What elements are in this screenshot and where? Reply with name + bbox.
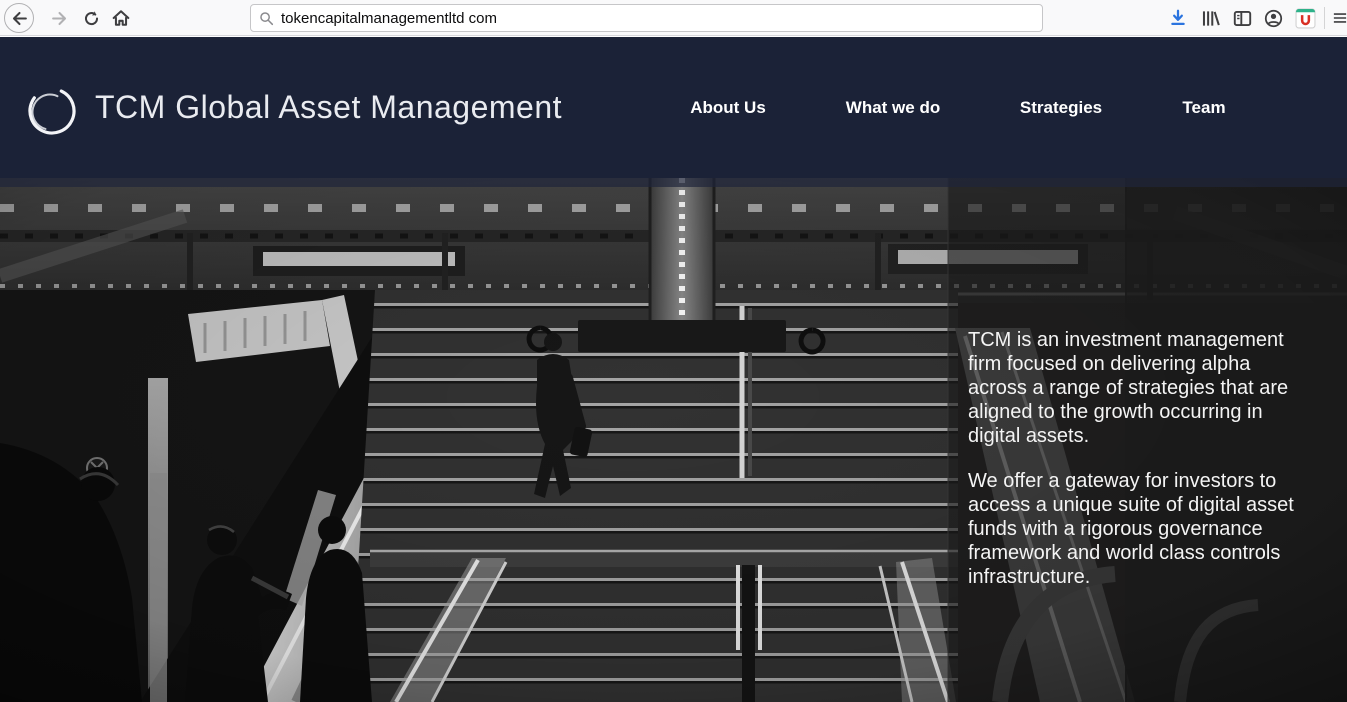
- hero-section: TCM is an investment management firm foc…: [0, 178, 1347, 702]
- downloads-button[interactable]: [1166, 6, 1190, 30]
- nav-link-about-us[interactable]: About Us: [690, 37, 766, 178]
- hero-top-shade: [0, 178, 1347, 187]
- site-header: TCM Global Asset Management About Us Wha…: [0, 37, 1347, 178]
- hero-paragraph-2: We offer a gateway for investors to acce…: [968, 470, 1294, 588]
- url-input[interactable]: [281, 9, 1042, 27]
- nav-link-strategies[interactable]: Strategies: [1020, 37, 1102, 178]
- forward-arrow-icon: [51, 11, 66, 25]
- browser-window: TCM Global Asset Management About Us Wha…: [0, 0, 1347, 702]
- back-button[interactable]: [4, 3, 34, 33]
- address-bar[interactable]: [250, 4, 1043, 32]
- library-icon: [1202, 10, 1220, 26]
- home-icon: [112, 10, 130, 26]
- forward-button[interactable]: [44, 3, 74, 33]
- tcm-logo-icon[interactable]: [24, 82, 80, 138]
- account-icon: [1264, 9, 1282, 27]
- search-icon: [260, 11, 274, 25]
- menu-button[interactable]: [1333, 6, 1347, 30]
- browser-toolbar: [0, 0, 1347, 36]
- sidebar-icon: [1233, 10, 1251, 26]
- nav-link-what-we-do[interactable]: What we do: [846, 37, 940, 178]
- account-button[interactable]: [1261, 6, 1285, 30]
- toolbar-separator: [1324, 7, 1325, 29]
- nav-link-team[interactable]: Team: [1182, 37, 1225, 178]
- reload-button[interactable]: [76, 3, 106, 33]
- download-icon: [1171, 9, 1185, 25]
- hero-copy: TCM is an investment management firm foc…: [968, 328, 1313, 589]
- site-title[interactable]: TCM Global Asset Management: [95, 37, 562, 178]
- back-arrow-icon: [12, 11, 27, 25]
- sidebar-button[interactable]: [1230, 6, 1254, 30]
- reload-icon: [84, 10, 98, 25]
- home-button[interactable]: [106, 3, 136, 33]
- shopping-extension-icon: [1295, 8, 1315, 28]
- hamburger-menu-icon: [1333, 13, 1347, 23]
- library-button[interactable]: [1198, 6, 1222, 30]
- extension-button[interactable]: [1293, 6, 1317, 30]
- hero-paragraph-1: TCM is an investment management firm foc…: [968, 329, 1289, 447]
